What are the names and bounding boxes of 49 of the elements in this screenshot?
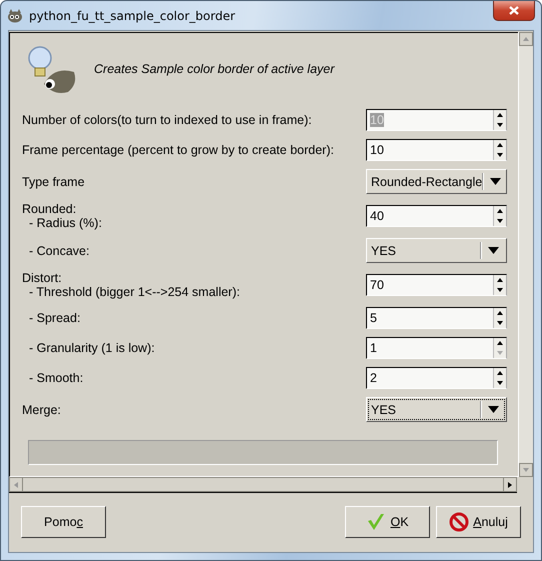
spin-up-icon[interactable] [497, 209, 503, 213]
group-label: Rounded: [22, 202, 76, 216]
spin-down-icon[interactable] [497, 219, 503, 223]
dropdown[interactable]: YES [366, 397, 507, 422]
field-label: - Concave: [28, 244, 90, 258]
close-icon[interactable] [509, 6, 519, 15]
spin-down-icon[interactable] [497, 153, 503, 157]
spin-down-icon[interactable] [497, 381, 503, 385]
spin-down-icon[interactable] [497, 321, 503, 325]
scroll-right-icon[interactable] [508, 482, 512, 488]
close-button[interactable] [493, 1, 535, 21]
help-button[interactable]: Pomoc [21, 506, 106, 538]
field-label: - Radius (%): [28, 216, 102, 230]
field-label: Number of colors(to turn to indexed to use in frame): [22, 113, 313, 127]
spin-field[interactable]: 40 [366, 205, 507, 227]
group-label: Distort: [22, 271, 62, 285]
field-label: - Smooth: [28, 371, 84, 385]
spin-field[interactable]: 5 [366, 307, 507, 329]
spin-up-icon[interactable] [497, 113, 503, 117]
spin-up-icon[interactable] [497, 278, 503, 282]
spin-up-icon[interactable] [497, 371, 503, 375]
field-label: - Spread: [28, 311, 82, 325]
spin-up-icon[interactable] [497, 143, 503, 147]
dropdown-arrow-icon[interactable] [490, 178, 501, 185]
dropdown[interactable]: Rounded-Rectangle [366, 169, 507, 194]
field-label: - Granularity (1 is low): [28, 341, 156, 355]
app-icon [7, 8, 23, 22]
ok-button[interactable]: OK [345, 506, 430, 538]
dropdown[interactable]: YES [366, 238, 507, 263]
spin-up-icon[interactable] [497, 311, 503, 315]
horizontal-scrollbar[interactable] [9, 477, 517, 493]
spin-up-icon[interactable] [497, 341, 503, 345]
spin-down-icon[interactable] [497, 123, 503, 127]
field-label: Frame percentage (percent to grow by to create border): [22, 143, 335, 157]
field-label: Type frame [22, 174, 86, 188]
field-label: - Threshold (bigger 1<-->254 smaller): [28, 285, 240, 299]
dropdown-arrow-icon[interactable] [488, 247, 498, 254]
dropdown-arrow-icon[interactable] [488, 406, 498, 413]
cancel-button[interactable]: Anuluj [436, 506, 521, 538]
spin-field[interactable]: 2 [366, 367, 507, 389]
description-text: Creates Sample color border of active layer [94, 62, 334, 76]
spin-field[interactable]: 1 [366, 337, 507, 359]
window-title: python_fu_tt_sample_color_border [29, 8, 236, 22]
checkmark-icon[interactable] [366, 512, 386, 532]
field-label: Merge: [22, 402, 62, 416]
spin-down-icon[interactable] [497, 288, 503, 292]
no-entry-icon[interactable] [449, 512, 470, 532]
spin-field[interactable]: 70 [366, 274, 507, 296]
spin-field[interactable]: 10 [366, 139, 507, 161]
